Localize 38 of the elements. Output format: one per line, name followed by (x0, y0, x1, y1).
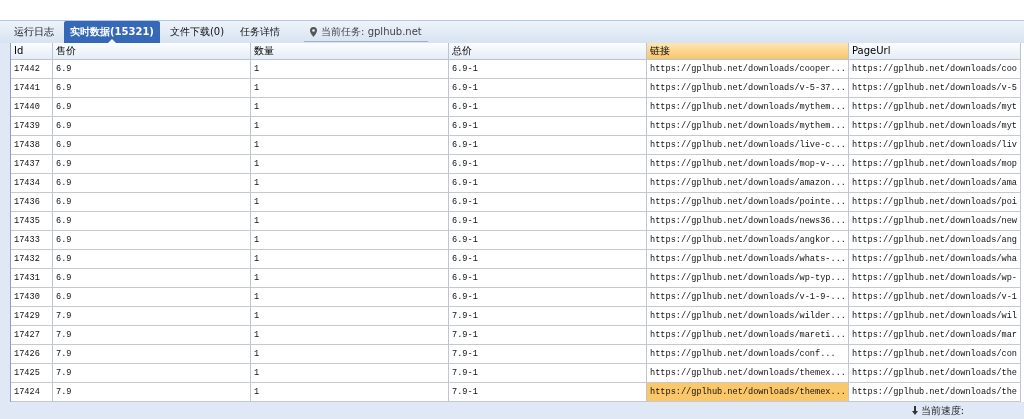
table-row[interactable]: 17437 6.9 1 6.9-1 https://gplhub.net/downloads/mop-v-... https://gplhub.net/downloads/mop (11, 155, 1021, 174)
table-row[interactable]: 17441 6.9 1 6.9-1 https://gplhub.net/downloads/v-5-37... https://gplhub.net/downloads/v-5 (11, 79, 1021, 98)
tab[interactable]: 运行日志 (8, 21, 60, 43)
current-task-label: 当前任务: gplhub.net (321, 24, 422, 39)
speed-label: 当前速度: (920, 403, 964, 418)
table-row[interactable]: 17431 6.9 1 6.9-1 https://gplhub.net/downloads/wp-typ... https://gplhub.net/downloads/wp- (11, 269, 1021, 288)
tab[interactable]: 文件下载(0) (163, 21, 231, 43)
table-row[interactable]: 17434 6.9 1 6.9-1 https://gplhub.net/downloads/amazon... https://gplhub.net/downloads/ama (11, 174, 1021, 193)
table-cell: https://gplhub.net/downloads/themex... (647, 383, 849, 402)
table-row[interactable]: 17433 6.9 1 6.9-1 https://gplhub.net/downloads/angkor... https://gplhub.net/downloads/ang (11, 231, 1021, 250)
down-arrow-icon (911, 406, 918, 415)
table-row[interactable]: 17440 6.9 1 6.9-1 https://gplhub.net/downloads/mythem... https://gplhub.net/downloads/myt (11, 98, 1021, 117)
table-row[interactable]: 17435 6.9 1 6.9-1 https://gplhub.net/downloads/news36... https://gplhub.net/downloads/new (11, 212, 1021, 231)
column-header[interactable]: 总价 (449, 43, 647, 60)
tab[interactable]: 实时数据(15321) (64, 21, 160, 43)
table-row[interactable]: 17432 6.9 1 6.9-1 https://gplhub.net/downloads/whats-... https://gplhub.net/downloads/wha (11, 250, 1021, 269)
table-cell: 17424 (11, 383, 53, 402)
location-pin-icon (310, 26, 318, 37)
table-row[interactable]: 17426 7.9 1 7.9-1 https://gplhub.net/downloads/conf... https://gplhub.net/downloads/con (11, 345, 1021, 364)
tab[interactable]: 任务详情 (234, 21, 287, 43)
table-row[interactable]: 17425 7.9 1 7.9-1 https://gplhub.net/downloads/themex... https://gplhub.net/downloads/the (11, 364, 1021, 383)
table-cell: 1 (251, 383, 449, 402)
table-cell: 7.9 (53, 383, 251, 402)
table-row[interactable]: 17438 6.9 1 6.9-1 https://gplhub.net/downloads/live-c... https://gplhub.net/downloads/liv (11, 136, 1021, 155)
table-row[interactable]: 17439 6.9 1 6.9-1 https://gplhub.net/downloads/mythem... https://gplhub.net/downloads/myt (11, 117, 1021, 136)
table-cell: 7.9-1 (449, 383, 647, 402)
column-header[interactable]: Id (11, 43, 53, 60)
column-header[interactable]: 售价 (53, 43, 251, 60)
column-header[interactable]: 链接 (647, 43, 849, 60)
table-row[interactable]: 17429 7.9 1 7.9-1 https://gplhub.net/downloads/wilder... https://gplhub.net/downloads/wil (11, 307, 1021, 326)
table-row[interactable]: 17427 7.9 1 7.9-1 https://gplhub.net/downloads/mareti... https://gplhub.net/downloads/mar (11, 326, 1021, 345)
table-cell: https://gplhub.net/downloads/the (849, 383, 1021, 402)
column-header[interactable]: PageUrl (849, 43, 1021, 60)
table-row[interactable]: 17436 6.9 1 6.9-1 https://gplhub.net/downloads/pointe... https://gplhub.net/downloads/poi (11, 193, 1021, 212)
table-row[interactable]: 17424 7.9 1 7.9-1 https://gplhub.net/downloads/themex... https://gplhub.net/downloads/the (11, 383, 1021, 402)
column-header[interactable]: 数量 (251, 43, 449, 60)
table-row[interactable]: 17442 6.9 1 6.9-1 https://gplhub.net/downloads/cooper... https://gplhub.net/downloads/coo (11, 60, 1021, 79)
table-row[interactable]: 17430 6.9 1 6.9-1 https://gplhub.net/downloads/v-1-9-... https://gplhub.net/downloads/v-1 (11, 288, 1021, 307)
